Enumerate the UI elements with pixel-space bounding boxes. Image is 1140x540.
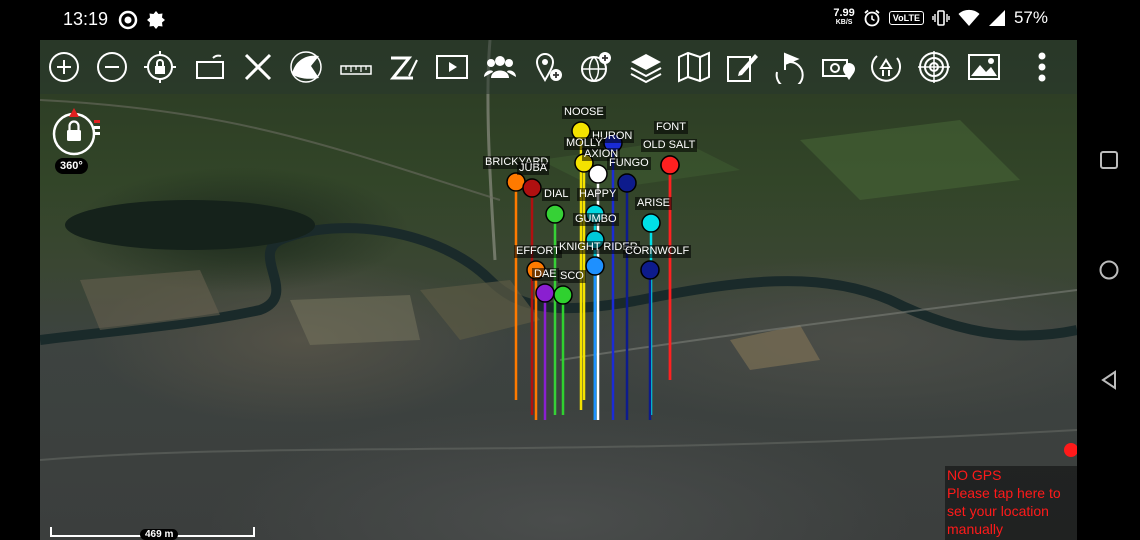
marker-label-cornwolf[interactable]: CORNWOLF (623, 245, 692, 258)
zoom-out-icon (97, 52, 127, 82)
marker-label-gumbo[interactable]: GUMBO (573, 213, 619, 226)
route-flag-icon (775, 52, 804, 84)
image-gallery-icon (968, 54, 1000, 80)
badge-gear-icon (147, 11, 165, 29)
image-gallery-button[interactable] (965, 48, 1003, 86)
target-crosshair-button[interactable] (915, 48, 953, 86)
draw-edit-icon (727, 54, 758, 82)
rotate-screen-button[interactable] (191, 48, 229, 86)
android-nav-bar (1077, 0, 1140, 540)
draw-edit-button[interactable] (723, 48, 761, 86)
lock-location-icon (144, 51, 176, 83)
marker-label-dial[interactable]: DIAL (542, 188, 571, 201)
rotate-screen-icon (196, 54, 224, 79)
recycle-refresh-button[interactable] (867, 48, 905, 86)
marker-label-fungo[interactable]: FUNGO (607, 157, 651, 170)
marker-label-font[interactable]: FONT (654, 121, 688, 134)
marker-icon-sco[interactable] (553, 285, 573, 305)
layers-icon (630, 54, 662, 84)
record-icon (118, 10, 138, 30)
recents-button[interactable] (1097, 148, 1121, 172)
home-circle-icon (1099, 260, 1119, 280)
speaker-broadcast-button[interactable] (287, 48, 325, 86)
marker-label-sco[interactable]: SCO (558, 270, 586, 283)
marker-icon-juba[interactable] (522, 178, 542, 198)
net-speed-unit: KB/S (835, 19, 853, 26)
marker-label-noose[interactable]: NOOSE (562, 106, 606, 119)
marker-icon-knight-rider[interactable] (585, 256, 605, 276)
distance-tool-button[interactable] (385, 48, 423, 86)
marker-icon-fungo[interactable] (617, 173, 637, 193)
marker-icon-old-salt[interactable] (660, 155, 680, 175)
status-bar: 13:19 7.99 KB/S VoLTE 57% (0, 0, 1140, 40)
vibrate-icon (932, 10, 950, 26)
net-speed: 7.99 KB/S (833, 7, 855, 27)
marker-icon-cornwolf[interactable] (640, 260, 660, 280)
marker-icon-arise[interactable] (641, 213, 661, 233)
alarm-icon (864, 9, 880, 27)
no-gps-line-2: Please tap here to (947, 485, 1061, 501)
map-toolbar (40, 40, 1077, 94)
camera-geotag-button[interactable] (819, 48, 857, 86)
distance-tool-icon (389, 56, 418, 80)
marker-label-juba[interactable]: JUBA (517, 162, 550, 175)
contacts-group-button[interactable] (481, 48, 519, 86)
map-view[interactable]: 360° 469 m NO GPS Please tap here to set… (40, 40, 1077, 540)
location-pin-icon (1064, 443, 1077, 457)
add-map-point-button[interactable] (529, 48, 567, 86)
contacts-group-icon (484, 56, 516, 78)
ruler-icon (340, 65, 372, 75)
map-button[interactable] (675, 48, 713, 86)
route-flag-button[interactable] (771, 48, 809, 86)
video-player-icon (436, 55, 468, 79)
marker-label-old-salt[interactable]: OLD SALT (641, 139, 698, 152)
scale-bar: 469 m (50, 526, 255, 540)
marker-label-effort[interactable]: EFFORT (514, 245, 562, 258)
marker-icon-axion[interactable] (588, 164, 608, 184)
overflow-menu-icon (1038, 52, 1046, 82)
zoom-in-icon (49, 52, 79, 82)
close-x-button[interactable] (239, 48, 277, 86)
back-button[interactable] (1097, 368, 1121, 392)
add-map-point-icon (535, 53, 562, 82)
no-gps-line-1: NO GPS (947, 467, 1002, 483)
recents-square-icon (1100, 151, 1118, 169)
zoom-out-button[interactable] (93, 48, 131, 86)
ruler-button[interactable] (337, 48, 375, 86)
speaker-broadcast-icon (290, 51, 322, 83)
lock-location-button[interactable] (141, 48, 179, 86)
home-button[interactable] (1097, 258, 1121, 282)
overflow-menu-button[interactable] (1023, 48, 1061, 86)
add-globe-overlay-icon (581, 52, 611, 82)
compass-mode-label: 360° (55, 158, 88, 174)
layers-button[interactable] (627, 48, 665, 86)
net-speed-value: 7.99 (833, 7, 855, 19)
close-x-icon (244, 53, 272, 81)
status-time: 13:19 (63, 9, 109, 29)
no-gps-line-4: manually (947, 521, 1004, 537)
wifi-icon (958, 9, 980, 26)
add-globe-overlay-button[interactable] (577, 48, 615, 86)
marker-icon-dae[interactable] (535, 283, 555, 303)
signal-icon (988, 10, 1005, 26)
battery-percent: 57% (1013, 8, 1048, 27)
scale-label: 469 m (140, 529, 179, 540)
map-icon (678, 51, 710, 83)
marker-icon-dial[interactable] (545, 204, 565, 224)
zoom-in-button[interactable] (45, 48, 83, 86)
marker-label-happy[interactable]: HAPPY (577, 188, 619, 201)
video-player-button[interactable] (433, 48, 471, 86)
volte-badge: VoLTE (888, 11, 924, 25)
marker-label-arise[interactable]: ARISE (635, 197, 673, 210)
camera-geotag-icon (822, 59, 855, 80)
markers-layer (506, 121, 680, 420)
target-crosshair-icon (918, 51, 950, 83)
no-gps-line-3: set your location (947, 503, 1049, 519)
recycle-refresh-icon (871, 55, 902, 82)
marker-label-dae[interactable]: DAE (532, 268, 559, 281)
back-triangle-icon (1101, 370, 1116, 390)
no-gps-prompt[interactable]: NO GPS Please tap here to set your locat… (945, 466, 1077, 540)
